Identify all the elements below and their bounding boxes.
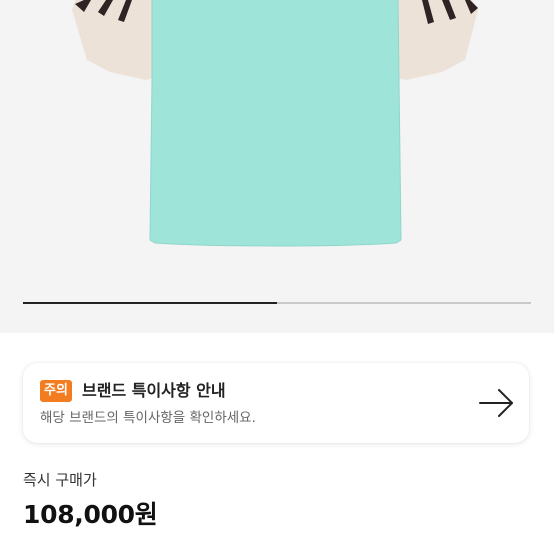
shirt-body	[150, 0, 401, 246]
carousel-progress-fill	[23, 302, 277, 304]
price-label: 즉시 구매가	[23, 471, 97, 489]
price-value: 108,000원	[23, 500, 158, 529]
notice-title: 브랜드 특이사항 안내	[82, 381, 226, 400]
arrow-right-icon[interactable]	[478, 387, 516, 419]
product-image-area[interactable]	[0, 0, 554, 333]
right-sleeve	[398, 0, 478, 80]
notice-description: 해당 브랜드의 특이사항을 확인하세요.	[40, 410, 256, 426]
carousel-progress-bar	[23, 302, 531, 304]
tshirt-product-image	[72, 0, 478, 247]
notice-badge: 주의	[40, 380, 72, 402]
brand-notice-card[interactable]: 주의 브랜드 특이사항 안내 해당 브랜드의 특이사항을 확인하세요.	[23, 363, 529, 443]
